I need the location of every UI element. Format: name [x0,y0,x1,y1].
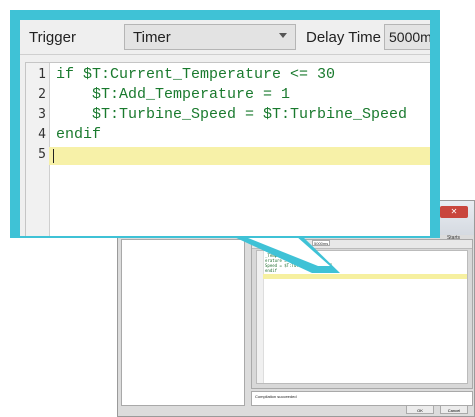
line-number: 2 [38,87,46,102]
trigger-type-value: Timer [133,29,171,46]
delay-time-field[interactable]: 5000ms [384,24,430,50]
zoomed-script-panel: Trigger Timer Delay Time 5000ms 1 2 3 4 … [20,20,430,236]
line-number: 4 [38,127,46,142]
line-number-gutter: 1 2 3 4 5 [26,63,50,236]
delay-time-label: Delay Time [306,29,382,46]
zoom-callout: Trigger Timer Delay Time 5000ms 1 2 3 4 … [10,10,440,238]
line-number: 3 [38,107,46,122]
delay-time-value: 5000ms [389,29,430,45]
code-line: $T:Turbine_Speed = $T:Turbine_Speed [56,106,408,123]
code-editor[interactable]: 1 2 3 4 5 if $T:Current_Temperature <= 3… [25,62,430,236]
code-line: $T:Add_Temperature = 1 [56,86,291,103]
trigger-type-select[interactable]: Timer [124,24,296,50]
text-caret [53,149,54,163]
current-line-highlight [49,147,430,165]
code-line: if $T:Current_Temperature <= 30 [56,66,336,83]
line-number: 5 [38,147,46,162]
dropdown-arrow-icon [279,33,287,38]
line-number: 1 [38,67,46,82]
code-line: endif [56,126,102,143]
trigger-label: Trigger [29,29,76,46]
trigger-toolbar: Trigger Timer Delay Time 5000ms [20,20,430,55]
